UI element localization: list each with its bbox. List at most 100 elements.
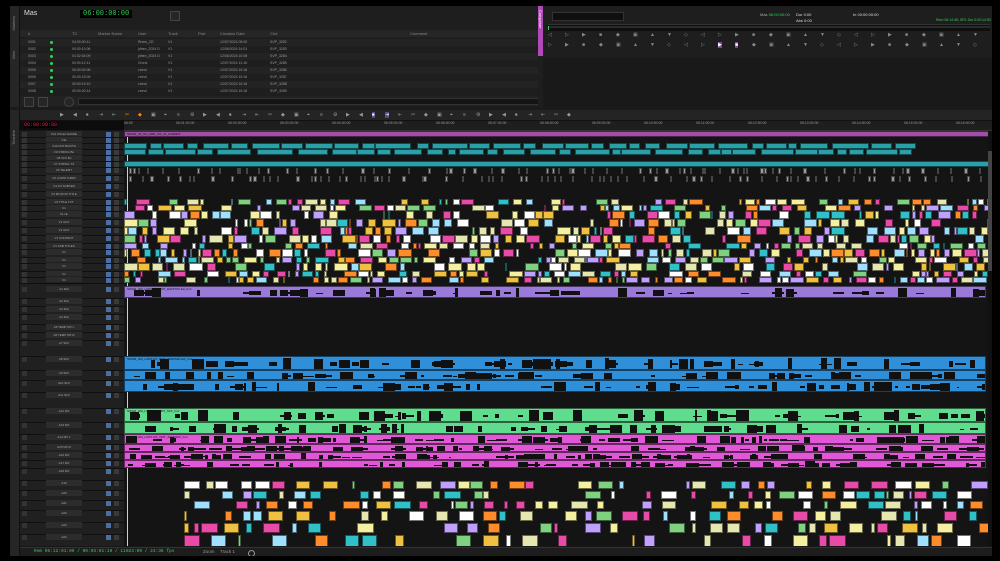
timeline-clip[interactable] [589,219,594,227]
track-monitor-icon[interactable] [22,307,27,312]
timeline-clip[interactable] [728,211,734,219]
timeline-clip[interactable] [675,249,685,257]
timeline-clip[interactable] [620,168,623,174]
audio-clip[interactable] [254,481,270,489]
timeline-clip[interactable] [758,205,771,211]
mark-out-icon[interactable]: ▷ [718,32,722,38]
timeline-clip[interactable] [540,277,552,283]
audio-clip[interactable] [686,481,690,489]
track-select-icon[interactable] [106,481,111,486]
timeline-clip[interactable] [275,199,287,205]
timeline-clip[interactable] [434,271,448,277]
timeline-clip[interactable] [143,235,148,243]
timeline-clip[interactable] [219,168,222,174]
timeline-clip[interactable] [617,176,620,182]
extract-icon[interactable]: ▼ [650,42,655,48]
stop-icon[interactable]: ⏹ [86,112,89,118]
audio-clip[interactable] [808,523,816,533]
audio-clip[interactable] [597,501,604,509]
timeline-clip[interactable] [147,168,150,174]
stop-icon[interactable]: ■ [599,32,602,38]
zoom-label[interactable]: Zoom [203,549,215,554]
audio-clip[interactable] [483,501,495,509]
timeline-clip[interactable] [333,263,348,271]
timeline-clip[interactable] [356,149,375,155]
timeline-clip[interactable] [386,249,396,257]
timeline-clip[interactable] [892,263,905,271]
timeline-clip[interactable] [356,219,363,227]
timeline-clip[interactable] [978,168,981,174]
audio-clip[interactable] [691,523,697,533]
track-lock-icon[interactable] [114,315,119,320]
timeline-clip[interactable] [868,249,880,257]
extract-icon[interactable]: ⌖ [307,112,310,118]
timeline-clip[interactable] [674,277,684,283]
audio-clip[interactable] [757,481,766,489]
audio-clip[interactable] [792,535,808,546]
audio-clip[interactable] [930,535,943,546]
timeline-clip[interactable] [872,263,885,271]
track-monitor-icon[interactable] [22,333,27,338]
audio-clip[interactable] [184,491,190,499]
timeline-clip[interactable] [904,219,909,227]
timeline-clip[interactable] [325,249,336,257]
timeline-clip[interactable] [539,243,544,249]
timeline-clip[interactable] [152,227,158,235]
timeline-clip[interactable] [814,257,818,263]
timeline-clip[interactable] [167,176,170,182]
timeline-clip[interactable] [287,271,291,277]
timeline-clip[interactable] [837,176,840,182]
track-lock-icon[interactable] [114,250,119,255]
timeline-clip[interactable] [929,249,936,257]
lift-icon[interactable]: ▲ [956,32,961,38]
track-monitor-icon[interactable] [22,325,27,330]
timeline-clip[interactable] [951,277,959,283]
track-monitor-icon[interactable] [22,168,27,173]
timeline-clip[interactable] [797,176,800,182]
position-bar[interactable] [548,24,990,31]
audio-clip[interactable] [473,491,483,499]
audio-clip[interactable] [322,481,338,489]
timeline-clip[interactable] [520,227,529,235]
timeline-clip[interactable] [848,277,852,283]
audio-clip[interactable] [914,511,919,521]
audio-clip[interactable] [913,501,919,509]
audio-clip[interactable] [690,491,696,499]
track-monitor-icon[interactable] [22,220,27,225]
gear-icon[interactable]: ▶ [60,112,64,118]
timeline-clip[interactable] [640,277,650,283]
timeline-clip[interactable] [721,149,732,155]
timeline-clip[interactable] [831,249,844,257]
timeline-clip[interactable] [342,235,357,243]
timeline-clip[interactable] [818,219,822,227]
audio-clip[interactable]: SWGR_HM_LCDS FX_RMT_SFX_hmr [124,408,986,422]
timeline-clip[interactable] [602,227,614,235]
timeline-clip[interactable] [207,263,216,271]
audio-clip[interactable] [690,511,697,521]
audio-clip[interactable] [380,511,388,521]
lift-icon[interactable]: ▲ [650,32,655,38]
timeline-clip[interactable] [761,176,764,182]
audio-clip[interactable] [917,535,930,546]
timeline-clip[interactable] [872,176,877,182]
audio-track-header[interactable]: A11 SFX [20,392,124,409]
timeline-clip[interactable] [880,249,885,257]
playhead[interactable] [127,131,128,546]
timeline-clip[interactable] [487,176,491,182]
audio-clip[interactable] [821,481,831,489]
timeline-clip[interactable] [234,263,248,271]
track-select-icon[interactable] [106,501,111,506]
timeline-clip[interactable] [649,249,658,257]
audio-clip[interactable] [255,501,260,509]
timeline-clip[interactable] [526,235,540,243]
audio-clip[interactable] [747,491,753,499]
timeline-clip[interactable] [804,211,812,219]
timeline-clip[interactable] [686,249,690,257]
timeline-clip[interactable] [611,235,621,243]
timeline-clip[interactable] [803,219,817,227]
splice-icon[interactable]: ◆ [752,42,756,48]
timeline-clip[interactable] [405,211,415,219]
timeline-clip[interactable] [654,176,659,182]
timeline-clip[interactable] [854,249,866,257]
timeline-clip[interactable] [964,263,973,271]
